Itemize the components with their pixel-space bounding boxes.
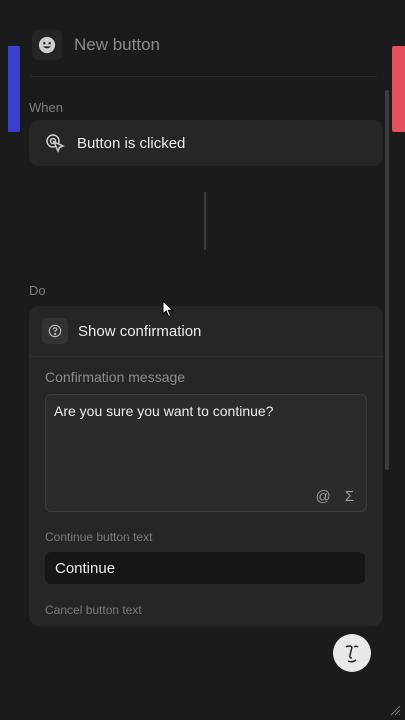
flow-connector-line (204, 192, 206, 250)
touch-click-icon (45, 133, 65, 153)
header-divider (30, 76, 377, 77)
action-title: Show confirmation (78, 322, 202, 340)
button-header: New button (32, 28, 160, 62)
confirmation-message-label: Confirmation message (45, 369, 186, 385)
scrollbar[interactable] (385, 90, 389, 470)
resize-handle-icon[interactable] (389, 704, 401, 716)
formula-icon[interactable]: Σ (345, 488, 354, 505)
confirmation-message-value: Are you sure you want to continue? (54, 403, 274, 419)
cancel-button-text-label: Cancel button text (45, 603, 142, 617)
continue-button-text-label: Continue button text (45, 530, 153, 544)
left-accent-bar (8, 46, 20, 132)
assistant-face-icon (345, 645, 359, 663)
trigger-label: Button is clicked (77, 134, 186, 152)
action-card: Show confirmation Confirmation message A… (29, 306, 383, 626)
trigger-card[interactable]: Button is clicked (29, 120, 383, 166)
do-section-label: Do (29, 283, 46, 298)
textarea-tools: @ Σ (315, 488, 354, 505)
button-name-title[interactable]: New button (74, 35, 160, 55)
assistant-button[interactable] (333, 634, 371, 672)
action-header[interactable]: Show confirmation (29, 306, 383, 357)
scrollbar-thumb[interactable] (385, 90, 389, 470)
continue-button-text-input[interactable]: Continue (45, 552, 365, 584)
mouse-cursor-icon (162, 300, 174, 318)
mention-icon[interactable]: @ (315, 488, 330, 505)
smiley-icon (38, 36, 56, 54)
right-accent-bar (392, 46, 405, 132)
smiley-icon-button[interactable] (32, 30, 62, 60)
continue-button-text-value: Continue (55, 559, 116, 577)
confirmation-message-textarea[interactable]: Are you sure you want to continue? @ Σ (45, 394, 367, 512)
when-section-label: When (29, 100, 63, 115)
button-editor-panel: New button When Button is clicked Do Sho… (0, 0, 405, 720)
question-circle-icon (42, 318, 68, 344)
